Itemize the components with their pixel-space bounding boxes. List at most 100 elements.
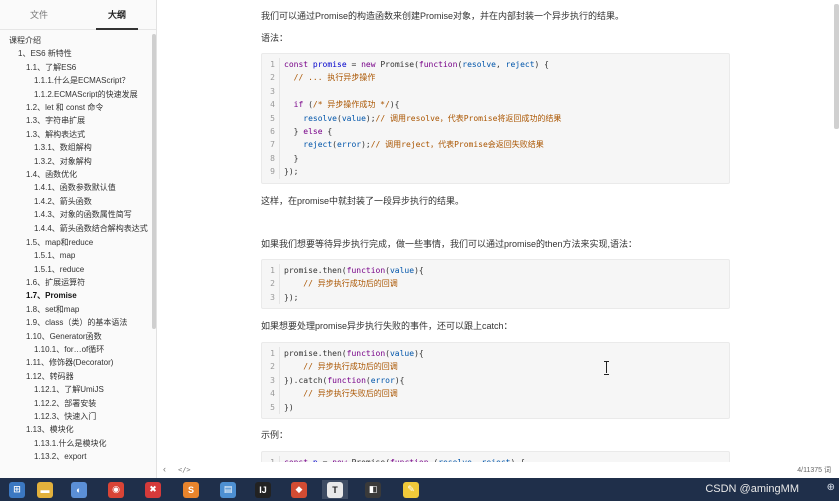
outline-item[interactable]: 1.10.1、for…of循环 (0, 343, 150, 356)
code-text: // ... 执行异步操作 (293, 73, 376, 83)
sidebar-scrollbar[interactable] (152, 34, 156, 329)
line-number: 4 (262, 387, 280, 401)
outline-item[interactable]: 1.3、字符串扩展 (0, 114, 150, 127)
paragraph-intro: 我们可以通过Promise的构造函数来创建Promise对象，并在内部封装一个异… (261, 11, 625, 21)
typora-icon[interactable]: T (322, 480, 348, 499)
paragraph-catch: 如果想要处理promise异步执行失败的事件，还可以跟上catch： (261, 321, 513, 331)
outline-item[interactable]: 1.12.2、部署安装 (0, 397, 150, 410)
code-block-example[interactable]: 1const p = new Promise(function (resolve… (261, 451, 730, 462)
code-line: 2 // 异步执行成功后的回调 (262, 360, 729, 374)
outline-item[interactable]: 1.5.1、reduce (0, 263, 150, 276)
outline-item[interactable]: 1.6、扩展运算符 (0, 276, 150, 289)
outline-item[interactable]: 1.3.2、对象解构 (0, 155, 150, 168)
outline-item[interactable]: 1.4.1、函数参数默认值 (0, 181, 150, 194)
outline-item[interactable]: 1.4、函数优化 (0, 168, 150, 181)
outline-item[interactable]: 1.13、模块化 (0, 423, 150, 436)
outline-item[interactable]: 1.12、转码器 (0, 370, 150, 383)
files-glyph: ▤ (220, 481, 236, 498)
code-line: 1 const promise = new Promise(function(re… (262, 58, 729, 72)
document-scrollbar[interactable] (834, 4, 839, 129)
paragraph-after-block: 这样，在promise中就封装了一段异步执行的结果。 (261, 196, 465, 206)
code-block-catch[interactable]: 1 promise.then(function(value){2 // 异步执行成… (261, 342, 730, 419)
line-number: 4 (262, 98, 280, 112)
line-number: 1 (262, 264, 280, 278)
status-bar: ‹ </> 4/11375 词 (157, 462, 839, 478)
outline-item[interactable]: 1.13.1.什么是模块化 (0, 437, 150, 450)
media-player-icon[interactable]: ◐ (66, 480, 92, 499)
outline-item[interactable]: 1.12.3、快速入门 (0, 410, 150, 423)
code-line: 4 // 异步执行失败后的回调 (262, 387, 729, 401)
sidebar: 文件 大纲 课程介绍 1、ES6 新特性 1.1、了解ES6 1.1.1.什么是ECM… (0, 0, 157, 478)
code-text: const promise = new Promise(function(res… (284, 60, 549, 69)
outline-item[interactable]: 课程介绍 (0, 34, 150, 47)
outline-item[interactable]: 1.4.2、箭头函数 (0, 195, 150, 208)
outline-item[interactable]: 1.1.1.什么是ECMAScript？ (0, 74, 150, 87)
watermark: CSDN @amingMM (705, 483, 799, 495)
file-explorer-icon[interactable]: ▬ (32, 480, 58, 499)
tab-files[interactable]: 文件 (0, 0, 78, 29)
outline-item[interactable]: 1.11、修饰器(Decorator) (0, 356, 150, 369)
line-number: 6 (262, 124, 280, 139)
xmind-glyph: ✖ (145, 481, 161, 498)
word-count[interactable]: 4/11375 词 (797, 465, 831, 475)
code-line: 8 } (262, 151, 729, 166)
code-text: // 异步执行成功后的回调 (303, 362, 398, 372)
sublime-icon[interactable]: S (178, 480, 204, 499)
code-line: 1 promise.then(function(value){ (262, 264, 729, 278)
outline-item[interactable]: 1.5、map和reduce (0, 236, 150, 249)
toggle-sidebar-icon[interactable]: ‹ (163, 464, 166, 474)
code-text: // 异步执行失败后的回调 (303, 389, 398, 399)
line-number: 2 (262, 277, 280, 291)
recorder-icon[interactable]: ◧ (360, 480, 386, 499)
sidebar-tabs: 文件 大纲 (0, 0, 156, 30)
media-player-glyph: ◐ (71, 481, 87, 498)
outline-item[interactable]: 1.1.2.ECMAScript的快速发展 (0, 88, 150, 101)
tray-icon[interactable]: ⊕ (827, 482, 835, 493)
code-line: 2 // ... 执行异步操作 (262, 71, 729, 85)
text-cursor-icon (604, 361, 610, 375)
outline-item[interactable]: 1.12.1、了解UmiJS (0, 383, 150, 396)
code-text: // 异步执行成功后的回调 (303, 279, 398, 289)
line-number: 1 (262, 58, 280, 72)
outline-item[interactable]: 1.4.3、对象的函数属性简写 (0, 208, 150, 221)
line-number: 3 (262, 373, 280, 388)
outline-item[interactable]: 1.3、解构表达式 (0, 128, 150, 141)
start-button-glyph: ⊞ (9, 481, 25, 498)
outline-item[interactable]: 1.5.1、map (0, 249, 150, 262)
outline-item[interactable]: 1.8、set和map (0, 303, 150, 316)
outline-item[interactable]: 1.10、Generator函数 (0, 330, 150, 343)
code-block-constructor[interactable]: 1 const promise = new Promise(function(re… (261, 53, 730, 184)
outline-item[interactable]: 1.3.1、数组解构 (0, 141, 150, 154)
code-line: 9}); (262, 165, 729, 179)
code-text: if (/* 异步操作成功 */){ (293, 100, 400, 110)
sublime-glyph: S (183, 481, 199, 498)
notes-icon[interactable]: ✎ (398, 480, 424, 499)
code-block-then[interactable]: 1 promise.then(function(value){2 // 异步执行成… (261, 259, 730, 310)
intellij-icon[interactable]: IJ (250, 480, 276, 499)
outline-item[interactable]: 1.4.4、箭头函数结合解构表达式 (0, 222, 150, 236)
code-line: 4 if (/* 异步操作成功 */){ (262, 98, 729, 112)
code-text: resolve(value);// 调用resolve，代表Promise将返回… (303, 113, 562, 123)
intellij-glyph: IJ (255, 481, 271, 498)
git-icon[interactable]: ◆ (286, 480, 312, 499)
tab-outline[interactable]: 大纲 (78, 0, 156, 30)
chrome-glyph: ◉ (108, 481, 124, 498)
code-line: 3}).catch(function(error){ (262, 373, 729, 388)
outline-item[interactable]: 1、ES6 新特性 (0, 47, 150, 60)
chrome-icon[interactable]: ◉ (103, 480, 129, 499)
files-icon[interactable]: ▤ (215, 480, 241, 499)
outline-item[interactable]: 1.2、let 和 const 命令 (0, 101, 150, 114)
start-button-icon[interactable]: ⊞ (4, 480, 30, 499)
code-text: }); (284, 167, 299, 177)
outline-item[interactable]: 1.7、Promise (0, 289, 150, 302)
code-text: promise.then(function(value){ (284, 349, 424, 358)
xmind-icon[interactable]: ✖ (140, 480, 166, 499)
paragraph-syntax: 语法： (261, 33, 289, 43)
outline-item[interactable]: 1.13.2、export (0, 450, 150, 463)
code-line: 5 resolve(value);// 调用resolve，代表Promise将… (262, 111, 729, 125)
source-mode-icon[interactable]: </> (178, 466, 191, 474)
code-text: }); (284, 292, 299, 302)
outline-item[interactable]: 1.9、class（类）的基本语法 (0, 316, 150, 329)
outline-item[interactable]: 1.1、了解ES6 (0, 61, 150, 74)
